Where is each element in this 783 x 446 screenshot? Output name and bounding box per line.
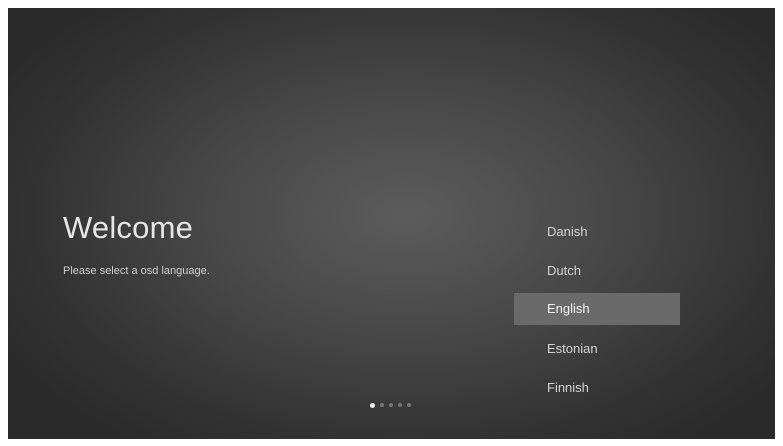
page-dot (389, 403, 393, 407)
page-dot (370, 402, 375, 408)
page-dot (398, 403, 402, 407)
page-dot (407, 403, 411, 407)
language-option-english[interactable]: English (514, 293, 680, 325)
page-dot (380, 403, 384, 407)
page-indicator (370, 402, 411, 408)
language-option-finnish[interactable]: Finnish (514, 368, 680, 407)
setup-screen: Welcome Please select a osd language. Da… (8, 8, 775, 439)
language-option-estonian[interactable]: Estonian (514, 329, 680, 368)
instruction-text: Please select a osd language. (63, 265, 210, 277)
language-option-dutch[interactable]: Dutch (514, 251, 680, 290)
language-list: Danish Dutch English Estonian Finnish (514, 212, 680, 407)
language-option-danish[interactable]: Danish (514, 212, 680, 251)
page-title: Welcome (63, 210, 194, 245)
